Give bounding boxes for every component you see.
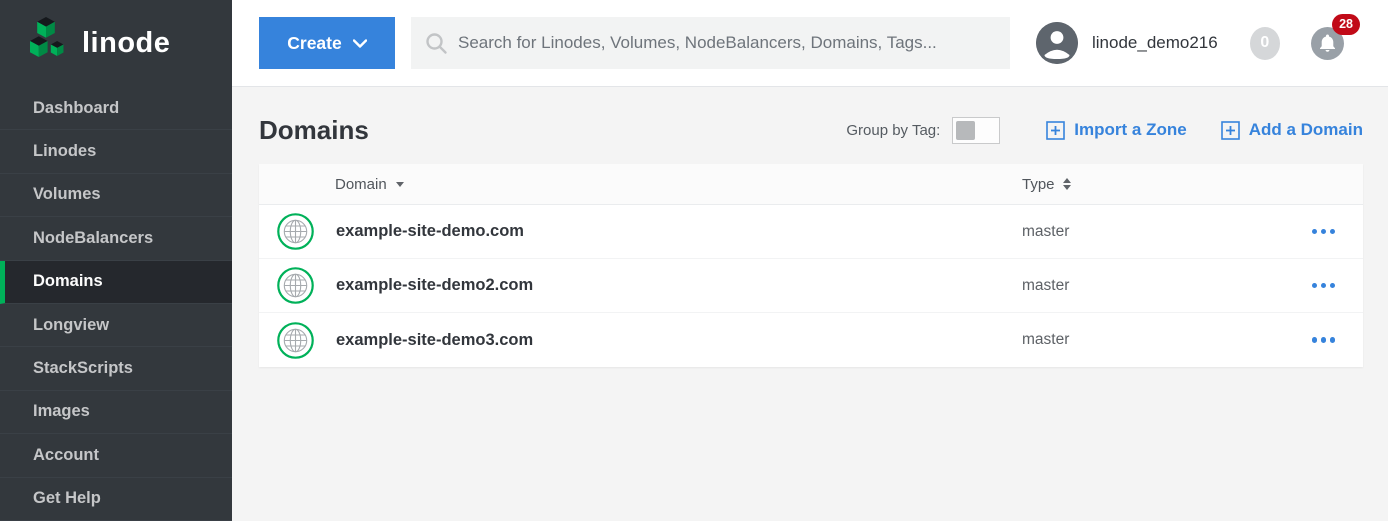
group-by-tag-label: Group by Tag:: [846, 122, 940, 139]
globe-icon: [277, 213, 314, 250]
column-header-domain-label: Domain: [335, 176, 387, 193]
ellipsis-icon: [1312, 283, 1336, 289]
column-header-type[interactable]: Type: [1022, 176, 1363, 193]
table-row: example-site-demo2.com master: [259, 259, 1363, 313]
domain-link[interactable]: example-site-demo3.com: [336, 331, 1022, 350]
sidebar-item-nodebalancers[interactable]: NodeBalancers: [0, 217, 232, 260]
linode-logo[interactable]: linode: [0, 0, 232, 87]
sidebar: linode Dashboard Linodes Volumes NodeBal…: [0, 0, 232, 521]
ellipsis-icon: [1312, 229, 1336, 235]
domain-type: master: [1022, 277, 1310, 295]
notifications-button[interactable]: 28: [1311, 27, 1344, 60]
search-input[interactable]: [458, 33, 996, 53]
sidebar-item-images[interactable]: Images: [0, 391, 232, 434]
username: linode_demo216: [1092, 33, 1218, 53]
search-icon: [425, 32, 448, 55]
sidebar-item-account[interactable]: Account: [0, 434, 232, 477]
add-a-domain-link[interactable]: Add a Domain: [1221, 120, 1363, 140]
globe-icon: [277, 267, 314, 304]
pending-count-value: 0: [1260, 34, 1269, 52]
ellipsis-icon: [1312, 337, 1336, 343]
add-a-domain-label: Add a Domain: [1249, 120, 1363, 140]
sidebar-item-stackscripts[interactable]: StackScripts: [0, 347, 232, 390]
chevron-down-icon: [353, 39, 367, 48]
plus-icon: [1046, 121, 1065, 140]
toggle-knob: [956, 121, 975, 140]
table-header-row: Domain Type: [259, 164, 1363, 205]
brand-name: linode: [82, 27, 170, 60]
globe-icon: [277, 322, 314, 359]
import-a-zone-label: Import a Zone: [1074, 120, 1186, 140]
column-header-type-label: Type: [1022, 176, 1055, 193]
sidebar-item-dashboard[interactable]: Dashboard: [0, 87, 232, 130]
plus-icon: [1221, 121, 1240, 140]
sidebar-item-linodes[interactable]: Linodes: [0, 130, 232, 173]
domain-link[interactable]: example-site-demo2.com: [336, 276, 1022, 295]
table-row: example-site-demo3.com master: [259, 313, 1363, 367]
sort-descending-icon: [396, 182, 404, 187]
table-row: example-site-demo.com master: [259, 205, 1363, 259]
page-header: Domains Group by Tag: Import a Zone Add …: [259, 107, 1363, 153]
sort-icon: [1063, 178, 1071, 190]
notification-badge: 28: [1332, 14, 1360, 35]
sidebar-nav: Dashboard Linodes Volumes NodeBalancers …: [0, 87, 232, 521]
pending-count-chip[interactable]: 0: [1250, 27, 1280, 60]
action-menu-button[interactable]: [1310, 331, 1338, 349]
domains-table: Domain Type example-site-demo.com master: [259, 164, 1363, 367]
sidebar-item-volumes[interactable]: Volumes: [0, 174, 232, 217]
sidebar-item-longview[interactable]: Longview: [0, 304, 232, 347]
create-button-label: Create: [287, 33, 341, 54]
sidebar-item-get-help[interactable]: Get Help: [0, 478, 232, 521]
sidebar-item-domains[interactable]: Domains: [0, 261, 232, 304]
action-menu-button[interactable]: [1310, 223, 1338, 241]
group-by-tag-toggle[interactable]: [952, 117, 1000, 144]
user-menu[interactable]: linode_demo216: [1036, 22, 1218, 64]
action-menu-button[interactable]: [1310, 277, 1338, 295]
create-button[interactable]: Create: [259, 17, 395, 69]
domain-type: master: [1022, 331, 1310, 349]
search-bar[interactable]: [411, 17, 1010, 69]
domain-type: master: [1022, 223, 1310, 241]
notification-count: 28: [1339, 17, 1353, 31]
avatar-icon: [1036, 22, 1078, 64]
domain-link[interactable]: example-site-demo.com: [336, 222, 1022, 241]
page-title: Domains: [259, 115, 369, 146]
linode-cubes-icon: [30, 17, 70, 70]
import-a-zone-link[interactable]: Import a Zone: [1046, 120, 1186, 140]
topbar: Create linode_demo216 0 28: [232, 0, 1388, 87]
main-content: Domains Group by Tag: Import a Zone Add …: [232, 87, 1388, 521]
column-header-domain[interactable]: Domain: [335, 176, 1022, 193]
